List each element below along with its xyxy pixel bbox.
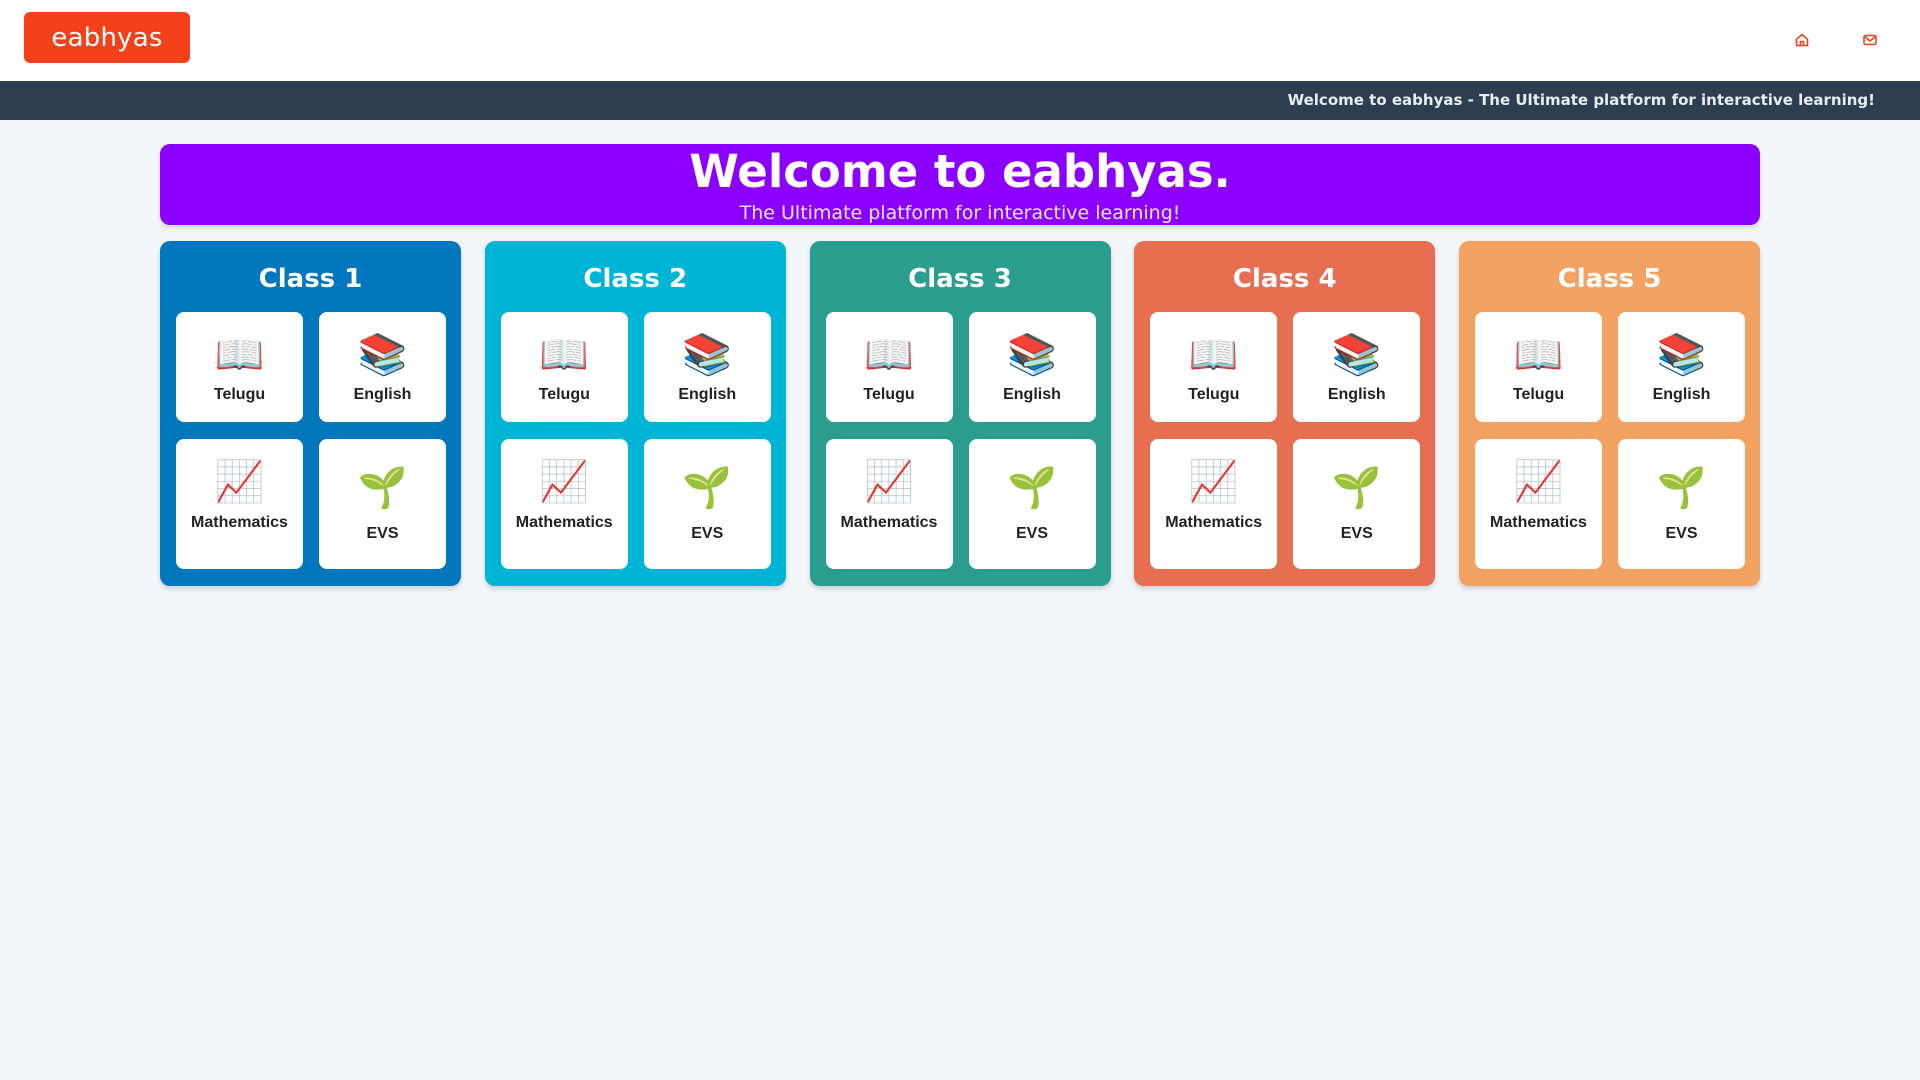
open-book-icon: 📖: [1513, 333, 1564, 377]
seedling-icon: 🌱: [1331, 466, 1382, 510]
class-card-4: Class 4 📖 Telugu 📚 English 📈 Mathematics…: [1134, 241, 1436, 586]
subject-label: English: [1327, 386, 1386, 403]
subject-telugu[interactable]: 📖 Telugu: [1475, 312, 1602, 422]
subject-telugu[interactable]: 📖 Telugu: [1150, 312, 1278, 422]
subject-mathematics[interactable]: 📈 Mathematics: [825, 439, 953, 569]
books-icon: 📚: [1656, 333, 1707, 377]
subject-mathematics[interactable]: 📈 Mathematics: [1150, 439, 1278, 569]
chart-increasing-icon: 📈: [864, 460, 914, 504]
home-icon[interactable]: [1790, 28, 1814, 52]
class-title: Class 1: [258, 264, 363, 294]
seedling-icon: 🌱: [1007, 466, 1057, 510]
subject-label: EVS: [691, 525, 724, 542]
subject-label: Mathematics: [191, 514, 288, 531]
subject-english[interactable]: 📚 English: [968, 312, 1096, 422]
banner-title: Welcome to eabhyas.: [689, 145, 1231, 198]
subject-label: English: [678, 386, 737, 403]
subject-telugu[interactable]: 📖 Telugu: [500, 312, 628, 422]
subject-label: Mathematics: [1490, 514, 1587, 531]
subject-label: English: [353, 386, 412, 403]
subject-label: Telugu: [863, 386, 915, 403]
subject-label: Telugu: [1512, 386, 1565, 403]
chart-increasing-icon: 📈: [214, 460, 265, 504]
subject-label: Mathematics: [515, 514, 613, 531]
books-icon: 📚: [682, 333, 733, 377]
open-book-icon: 📖: [214, 333, 265, 377]
ticker-text: Welcome to eabhyas - The Ultimate platfo…: [1287, 91, 1875, 109]
subject-mathematics[interactable]: 📈 Mathematics: [176, 439, 303, 569]
subject-telugu[interactable]: 📖 Telugu: [176, 312, 303, 422]
subject-english[interactable]: 📚 English: [1618, 312, 1745, 422]
open-book-icon: 📖: [1188, 333, 1239, 377]
chart-increasing-icon: 📈: [539, 460, 590, 504]
chart-increasing-icon: 📈: [1188, 460, 1239, 504]
subject-label: EVS: [1015, 525, 1048, 542]
class-card-2: Class 2 📖 Telugu 📚 English 📈 Mathematics…: [484, 241, 786, 586]
subject-label: EVS: [1340, 525, 1373, 542]
eabhyas-logo[interactable]: eabhyas: [24, 12, 190, 63]
seedling-icon: 🌱: [682, 466, 733, 510]
subject-evs[interactable]: 🌱 EVS: [319, 439, 446, 569]
news-ticker: Welcome to eabhyas - The Ultimate platfo…: [0, 81, 1920, 120]
mail-icon[interactable]: [1858, 28, 1882, 52]
subject-evs[interactable]: 🌱 EVS: [1293, 439, 1421, 569]
subject-evs[interactable]: 🌱 EVS: [643, 439, 771, 569]
subject-mathematics[interactable]: 📈 Mathematics: [500, 439, 628, 569]
subject-telugu[interactable]: 📖 Telugu: [825, 312, 953, 422]
class-title: Class 2: [583, 264, 688, 294]
class-title: Class 5: [1557, 264, 1662, 294]
class-card-3: Class 3 📖 Telugu 📚 English 📈 Mathematics…: [809, 241, 1111, 586]
open-book-icon: 📖: [864, 333, 914, 377]
subject-label: EVS: [366, 525, 399, 542]
class-grid: Class 1 📖 Telugu 📚 English 📈 Mathematics…: [160, 241, 1760, 586]
subject-label: Mathematics: [1165, 514, 1263, 531]
books-icon: 📚: [1007, 333, 1057, 377]
subject-label: Telugu: [213, 386, 266, 403]
top-header: eabhyas: [0, 0, 1920, 81]
subject-label: English: [1652, 386, 1711, 403]
seedling-icon: 🌱: [357, 466, 408, 510]
class-card-1: Class 1 📖 Telugu 📚 English 📈 Mathematics…: [160, 241, 461, 586]
seedling-icon: 🌱: [1656, 466, 1707, 510]
subject-evs[interactable]: 🌱 EVS: [1618, 439, 1745, 569]
subject-english[interactable]: 📚 English: [643, 312, 771, 422]
subject-english[interactable]: 📚 English: [319, 312, 446, 422]
subject-label: Telugu: [1188, 386, 1240, 403]
books-icon: 📚: [357, 333, 408, 377]
subject-label: EVS: [1665, 525, 1698, 542]
subject-english[interactable]: 📚 English: [1293, 312, 1421, 422]
open-book-icon: 📖: [539, 333, 590, 377]
subject-label: English: [1003, 386, 1061, 403]
subject-label: Mathematics: [840, 514, 938, 531]
books-icon: 📚: [1331, 333, 1382, 377]
subject-mathematics[interactable]: 📈 Mathematics: [1475, 439, 1602, 569]
chart-increasing-icon: 📈: [1513, 460, 1564, 504]
banner-subtitle: The Ultimate platform for interactive le…: [739, 202, 1181, 224]
subject-evs[interactable]: 🌱 EVS: [968, 439, 1096, 569]
class-card-5: Class 5 📖 Telugu 📚 English 📈 Mathematics…: [1459, 241, 1760, 586]
welcome-banner: Welcome to eabhyas. The Ultimate platfor…: [160, 144, 1760, 225]
class-title: Class 4: [1232, 264, 1337, 294]
class-title: Class 3: [908, 264, 1012, 294]
subject-label: Telugu: [538, 386, 590, 403]
